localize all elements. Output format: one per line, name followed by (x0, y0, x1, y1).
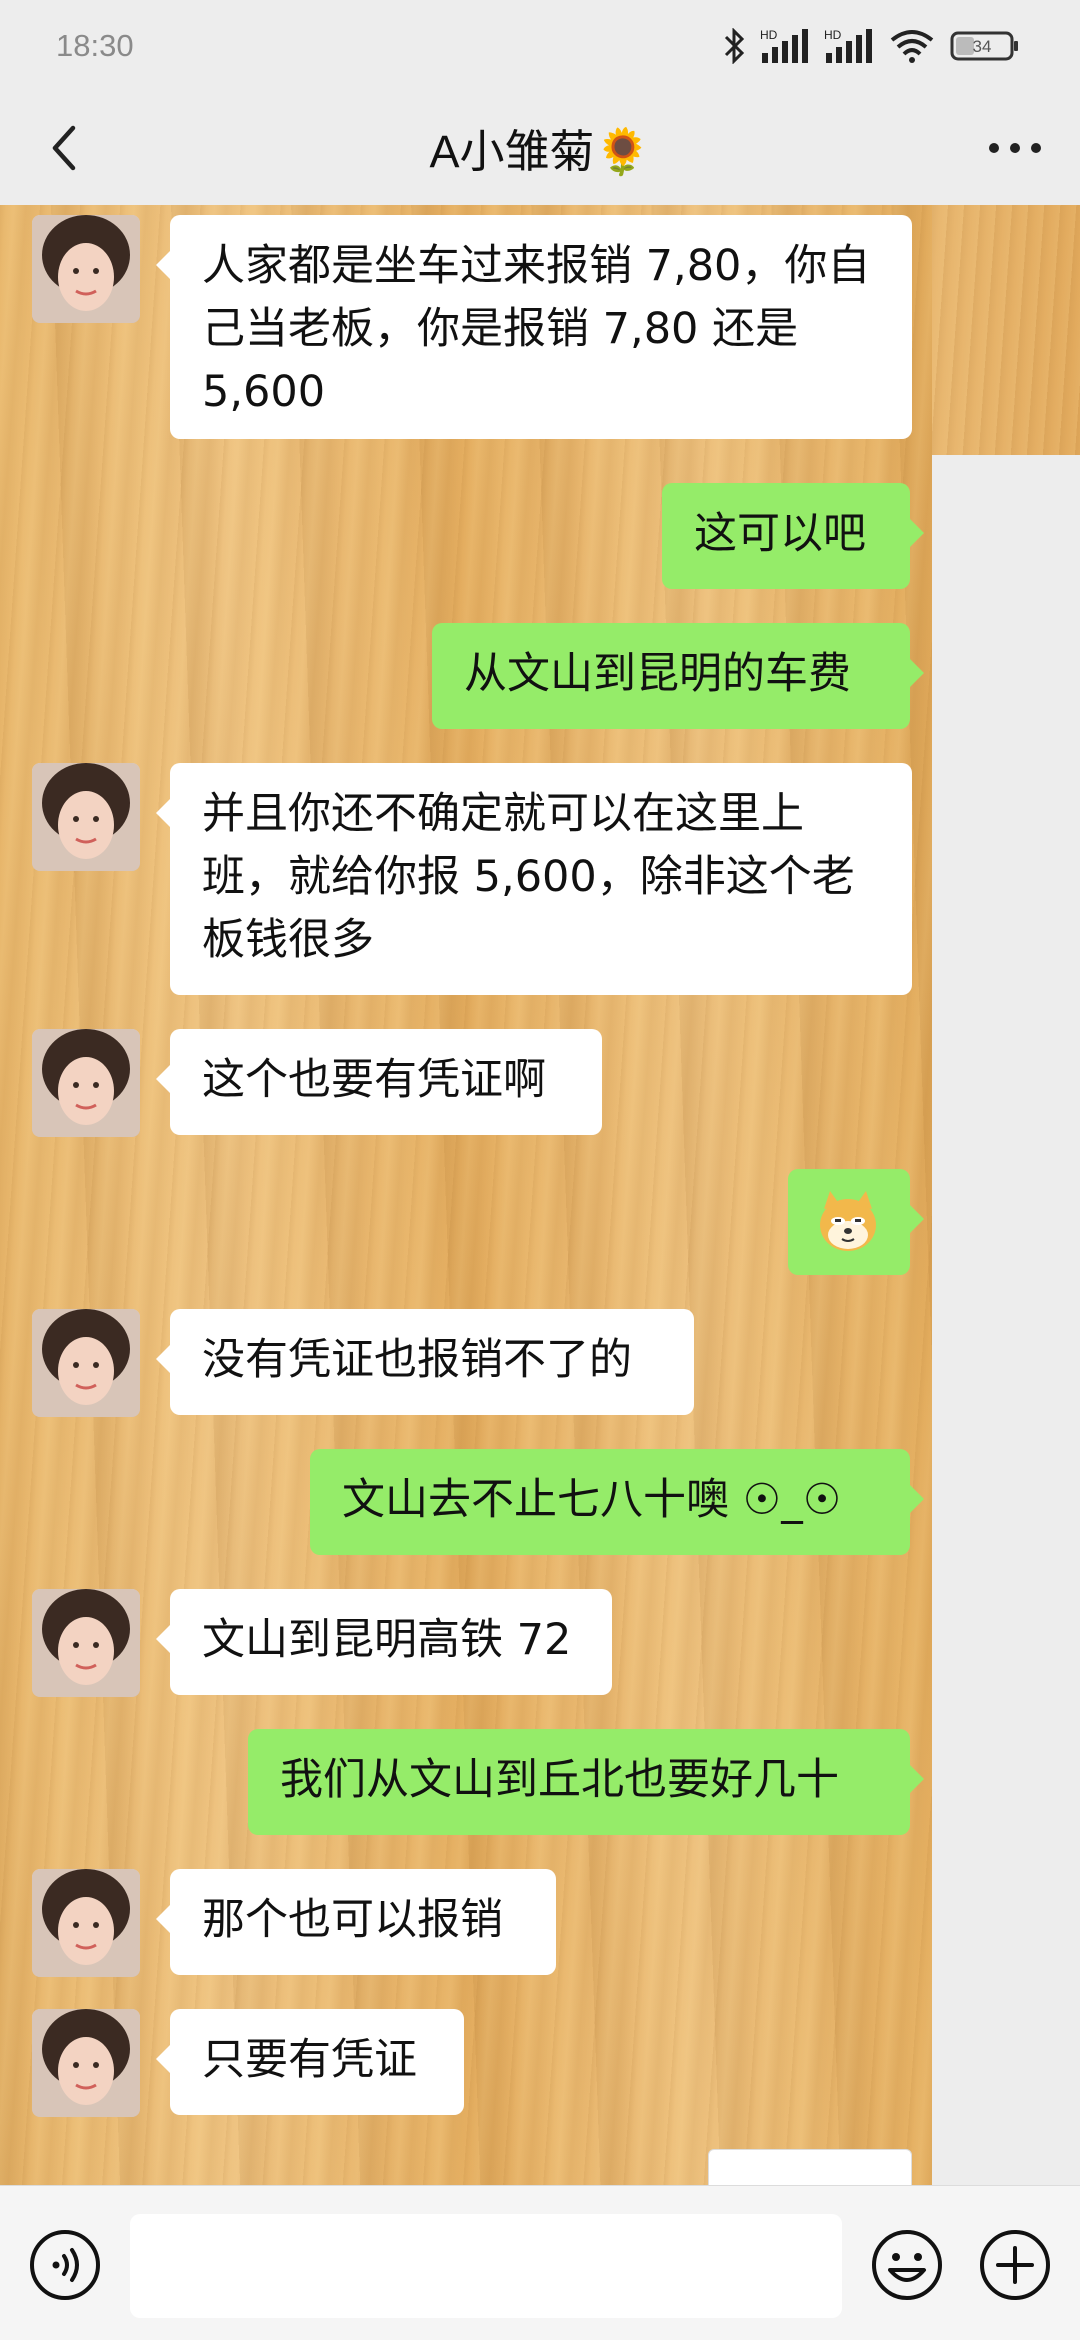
more-options-button[interactable] (980, 113, 1050, 183)
voice-icon (30, 2230, 100, 2300)
contact-avatar[interactable] (32, 1029, 140, 1137)
message-text: 没有凭证也报销不了的 (202, 1335, 632, 1385)
contact-avatar[interactable] (32, 215, 140, 323)
message-bubble-received[interactable]: 那个也可以报销 (156, 1869, 556, 1975)
svg-text:HD: HD (760, 28, 778, 42)
chat-background-strip (932, 205, 1080, 455)
avatar-image (32, 1029, 140, 1137)
message-bubble-received[interactable]: 并且你还不确定就可以在这里上 班，就给你报 5,600，除非这个老 板钱很多 (156, 763, 912, 995)
contact-avatar[interactable] (32, 1589, 140, 1697)
message-input[interactable] (130, 2214, 842, 2318)
message-text: 文山到昆明高铁 72 (202, 1615, 572, 1665)
status-icons: HD HD 34 (722, 26, 1020, 66)
svg-text:34: 34 (973, 37, 992, 56)
plus-icon (980, 2230, 1050, 2300)
message-text: 我们从文山到丘北也要好几十 (280, 1755, 839, 1805)
avatar-image (32, 763, 140, 871)
input-bar (0, 2185, 1080, 2340)
chat-header: A小雏菊🌻 (0, 95, 1080, 205)
emoji-icon (872, 2230, 942, 2300)
message-bubble-sent[interactable] (788, 1169, 924, 1275)
chat-title: A小雏菊🌻 (429, 126, 651, 177)
doge-emoji (820, 1191, 876, 1251)
more-dots-icon (989, 143, 1041, 153)
more-functions-button[interactable] (978, 2228, 1052, 2302)
message-text: 这可以吧 (694, 509, 866, 559)
avatar-image (32, 1589, 140, 1697)
voice-button[interactable] (28, 2228, 102, 2302)
contact-avatar[interactable] (32, 2009, 140, 2117)
message-bubble-received[interactable]: 文山到昆明高铁 72 (156, 1589, 612, 1695)
message-text: 那个也可以报销 (202, 1895, 503, 1945)
message-text: 人家都是坐车过来报销 7,80，你自 己当老板，你是报销 7,80 还是 5,6… (202, 241, 871, 417)
message-bubble-received[interactable]: 只要有凭证 (156, 2009, 464, 2115)
message-text: 文山去不止七八十噢 ☉_☉ (342, 1475, 842, 1525)
contact-avatar[interactable] (32, 763, 140, 871)
message-bubble-sent[interactable]: 从文山到昆明的车费 (432, 623, 924, 729)
svg-text:HD: HD (824, 28, 842, 42)
status-time: 18:30 (56, 28, 134, 63)
battery-icon: 34 (950, 31, 1018, 61)
contact-avatar[interactable] (32, 1869, 140, 1977)
status-bar: 18:30 HD HD 34 (0, 0, 1080, 95)
avatar-image (32, 1869, 140, 1977)
message-text: 这个也要有凭证啊 (202, 1055, 546, 1105)
message-bubble-received[interactable]: 没有凭证也报销不了的 (156, 1309, 694, 1415)
message-bubble-sent[interactable]: 文山去不止七八十噢 ☉_☉ (310, 1449, 924, 1555)
screenshot-thumbnail[interactable] (708, 2149, 912, 2185)
message-bubble-sent[interactable]: 这可以吧 (662, 483, 924, 589)
wifi-icon (890, 30, 934, 63)
avatar-image (32, 1309, 140, 1417)
message-text: 并且你还不确定就可以在这里上 班，就给你报 5,600，除非这个老 板钱很多 (202, 789, 855, 965)
avatar-image (32, 2009, 140, 2117)
chat-area[interactable]: 人家都是坐车过来报销 7,80，你自 己当老板，你是报销 7,80 还是 5,6… (0, 205, 1080, 2185)
message-bubble-received[interactable]: 人家都是坐车过来报销 7,80，你自 己当老板，你是报销 7,80 还是 5,6… (156, 215, 912, 439)
signal-hd-icon: HD (824, 28, 872, 63)
bluetooth-icon (724, 28, 745, 64)
avatar-image (32, 215, 140, 323)
contact-avatar[interactable] (32, 1309, 140, 1417)
message-text: 只要有凭证 (202, 2035, 417, 2085)
message-text: 从文山到昆明的车费 (464, 649, 851, 699)
emoji-button[interactable] (870, 2228, 944, 2302)
message-bubble-sent[interactable]: 我们从文山到丘北也要好几十 (248, 1729, 924, 1835)
message-bubble-received[interactable]: 这个也要有凭证啊 (156, 1029, 602, 1135)
signal-hd-icon: HD (760, 28, 808, 63)
